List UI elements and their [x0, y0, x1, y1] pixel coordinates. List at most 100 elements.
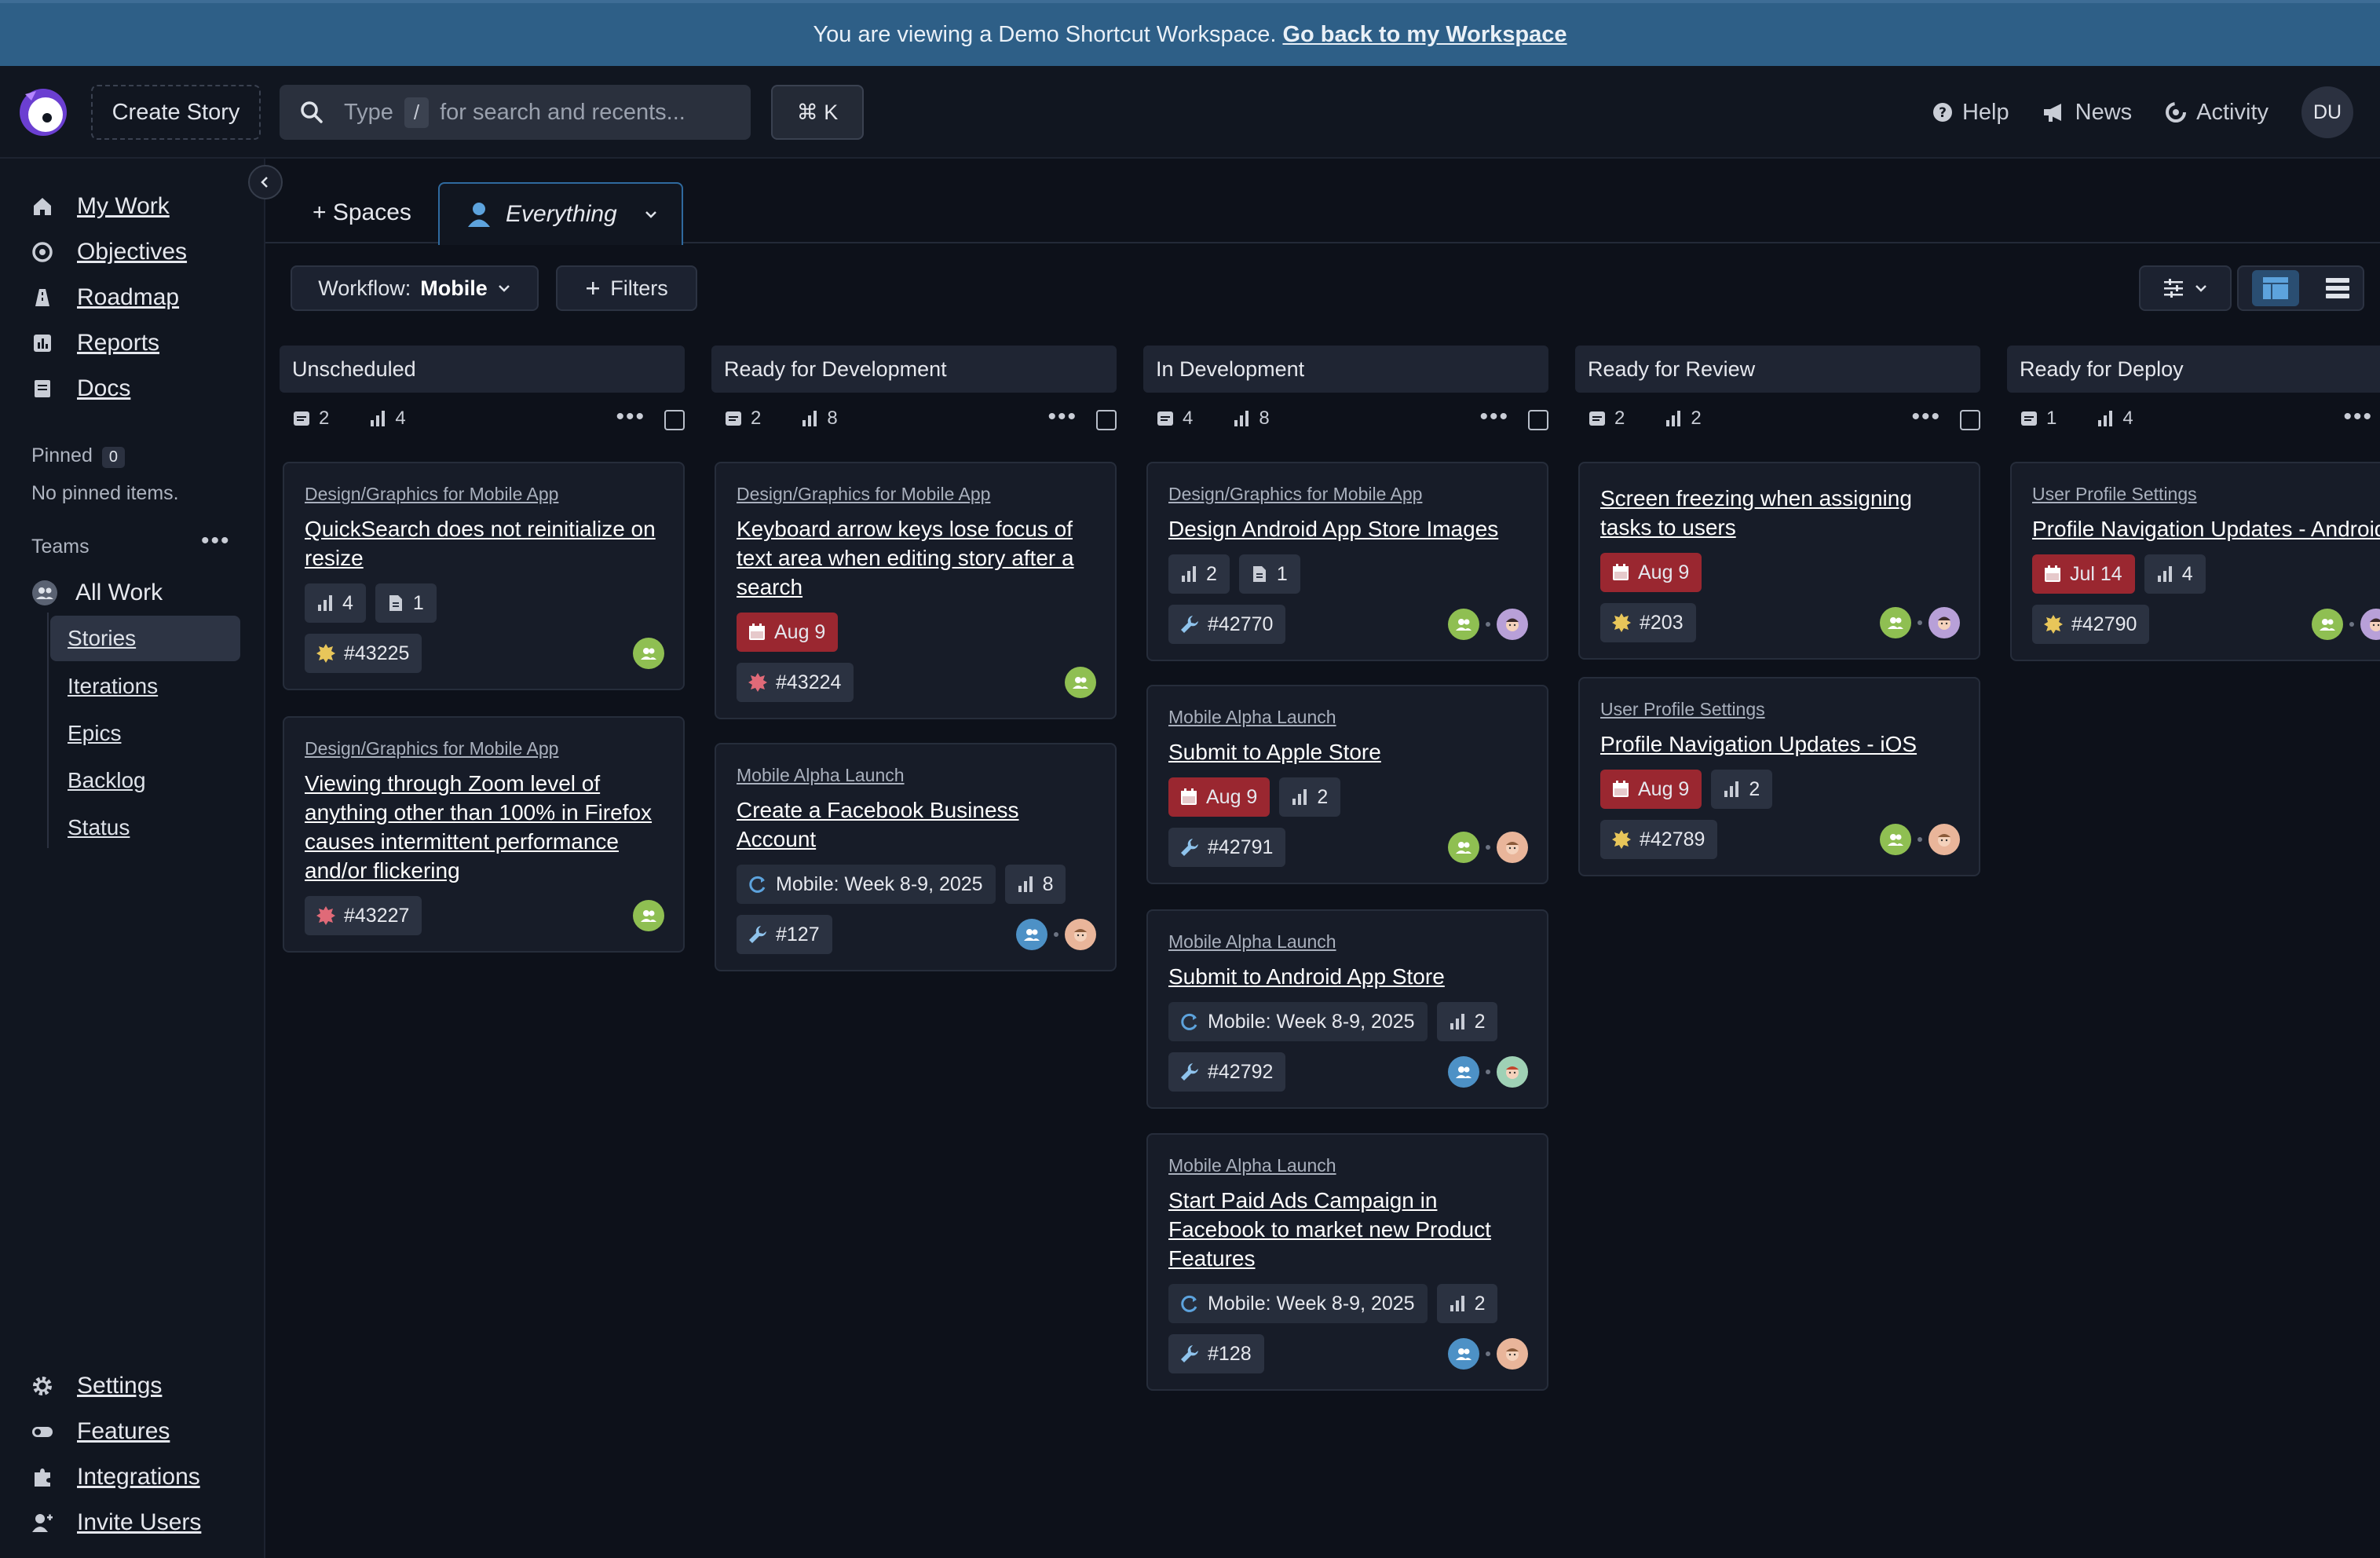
card-chip-points[interactable]: 4: [305, 583, 366, 623]
owner-avatar[interactable]: [1497, 609, 1528, 640]
column-select-checkbox[interactable]: [1528, 410, 1548, 430]
card-chip-date[interactable]: Aug 9: [737, 613, 839, 652]
story-card[interactable]: Design/Graphics for Mobile App Design An…: [1146, 462, 1548, 661]
card-title[interactable]: Profile Navigation Updates - iOS: [1600, 730, 1960, 759]
card-epic-link[interactable]: Mobile Alpha Launch: [1168, 707, 1528, 728]
card-id-chip[interactable]: #127: [737, 915, 832, 954]
sidebar-item-features[interactable]: Features: [31, 1418, 170, 1445]
card-chip-iter[interactable]: Mobile: Week 8-9, 2025: [1168, 1284, 1428, 1323]
card-title[interactable]: QuickSearch does not reinitialize on res…: [305, 514, 664, 572]
story-card[interactable]: User Profile Settings Profile Navigation…: [2010, 462, 2380, 661]
sidebar-item-stories[interactable]: Stories: [50, 616, 240, 661]
card-chip-points[interactable]: 8: [1004, 865, 1066, 904]
column-more-button[interactable]: •••: [616, 404, 645, 430]
sidebar-item-epics[interactable]: Epics: [68, 721, 121, 746]
card-id-chip[interactable]: #42791: [1168, 828, 1286, 867]
column-select-checkbox[interactable]: [664, 410, 685, 430]
card-chip-date[interactable]: Aug 9: [1600, 553, 1702, 592]
card-epic-link[interactable]: User Profile Settings: [2032, 484, 2380, 505]
card-epic-link[interactable]: Mobile Alpha Launch: [1168, 931, 1528, 953]
story-card[interactable]: Mobile Alpha Launch Submit to Apple Stor…: [1146, 685, 1548, 884]
card-id-chip[interactable]: #203: [1600, 603, 1696, 642]
sidebar-item-reports[interactable]: Reports: [31, 330, 159, 357]
owner-avatar[interactable]: [1065, 919, 1096, 950]
owner-avatar[interactable]: [1065, 667, 1096, 698]
column-more-button[interactable]: •••: [1911, 404, 1941, 430]
list-view-button[interactable]: [2325, 276, 2350, 300]
card-chip-points[interactable]: 2: [1436, 1002, 1498, 1041]
card-epic-link[interactable]: Design/Graphics for Mobile App: [737, 484, 1096, 505]
card-id-chip[interactable]: #42792: [1168, 1052, 1286, 1092]
column-header[interactable]: Ready for Deploy: [2007, 346, 2380, 393]
shortcut-logo-icon[interactable]: [17, 86, 69, 138]
activity-button[interactable]: Activity: [2165, 100, 2268, 126]
story-card[interactable]: Screen freezing when assigning tasks to …: [1578, 462, 1980, 660]
search-input[interactable]: Type / for search and recents...: [280, 85, 751, 140]
column-more-button[interactable]: •••: [1047, 404, 1077, 430]
card-chip-points[interactable]: 2: [1168, 554, 1230, 594]
command-palette-button[interactable]: ⌘ K: [771, 85, 864, 140]
card-title[interactable]: Keyboard arrow keys lose focus of text a…: [737, 514, 1096, 602]
card-title[interactable]: Screen freezing when assigning tasks to …: [1600, 484, 1960, 542]
story-card[interactable]: Design/Graphics for Mobile App Viewing t…: [283, 716, 685, 953]
column-select-checkbox[interactable]: [1960, 410, 1980, 430]
story-card[interactable]: Design/Graphics for Mobile App Keyboard …: [715, 462, 1117, 719]
help-button[interactable]: ? Help: [1932, 100, 2009, 126]
owner-avatar[interactable]: [1448, 1056, 1479, 1088]
owner-avatar[interactable]: [2312, 609, 2343, 640]
owner-avatar[interactable]: [1448, 1338, 1479, 1370]
card-chip-docs[interactable]: 1: [375, 583, 437, 623]
story-card[interactable]: Design/Graphics for Mobile App QuickSear…: [283, 462, 685, 690]
owner-avatar[interactable]: [1497, 1338, 1528, 1370]
owner-avatar[interactable]: [1497, 832, 1528, 863]
card-chip-docs[interactable]: 1: [1238, 554, 1300, 594]
owner-avatar[interactable]: [633, 638, 664, 669]
story-card[interactable]: Mobile Alpha Launch Start Paid Ads Campa…: [1146, 1133, 1548, 1391]
card-chip-iter[interactable]: Mobile: Week 8-9, 2025: [737, 865, 996, 904]
card-chip-points[interactable]: 4: [2144, 554, 2206, 594]
card-id-chip[interactable]: #43224: [737, 663, 854, 702]
owner-avatar[interactable]: [1016, 919, 1047, 950]
story-card[interactable]: User Profile Settings Profile Navigation…: [1578, 677, 1980, 876]
sidebar-item-docs[interactable]: Docs: [31, 375, 130, 402]
team-all-work[interactable]: All Work: [31, 580, 163, 606]
kanban-view-button[interactable]: [2251, 270, 2299, 306]
card-epic-link[interactable]: Design/Graphics for Mobile App: [305, 738, 664, 759]
card-chip-date[interactable]: Aug 9: [1600, 770, 1702, 809]
sidebar-item-objectives[interactable]: Objectives: [31, 239, 187, 265]
card-title[interactable]: Profile Navigation Updates - Android: [2032, 514, 2380, 543]
card-title[interactable]: Submit to Android App Store: [1168, 962, 1528, 991]
column-more-button[interactable]: •••: [2343, 404, 2373, 430]
card-id-chip[interactable]: #42770: [1168, 605, 1286, 644]
owner-avatar[interactable]: [1928, 824, 1960, 855]
back-to-workspace-link[interactable]: Go back to my Workspace: [1282, 22, 1567, 48]
card-chip-points[interactable]: 2: [1436, 1284, 1498, 1323]
card-epic-link[interactable]: User Profile Settings: [1600, 699, 1960, 720]
card-chip-iter[interactable]: Mobile: Week 8-9, 2025: [1168, 1002, 1428, 1041]
filters-button[interactable]: Filters: [556, 265, 697, 311]
user-avatar[interactable]: DU: [2301, 86, 2353, 138]
card-epic-link[interactable]: Design/Graphics for Mobile App: [305, 484, 664, 505]
owner-avatar[interactable]: [1928, 607, 1960, 638]
story-card[interactable]: Mobile Alpha Launch Create a Facebook Bu…: [715, 743, 1117, 971]
card-epic-link[interactable]: Design/Graphics for Mobile App: [1168, 484, 1528, 505]
card-title[interactable]: Viewing through Zoom level of anything o…: [305, 769, 664, 885]
owner-avatar[interactable]: [1880, 824, 1911, 855]
owner-avatar[interactable]: [1497, 1056, 1528, 1088]
card-id-chip[interactable]: #43227: [305, 896, 422, 935]
sidebar-item-roadmap[interactable]: Roadmap: [31, 284, 179, 311]
owner-avatar[interactable]: [1448, 609, 1479, 640]
sidebar-item-status[interactable]: Status: [68, 815, 130, 840]
card-title[interactable]: Design Android App Store Images: [1168, 514, 1528, 543]
card-chip-points[interactable]: 2: [1279, 777, 1341, 817]
sidebar-item-iterations[interactable]: Iterations: [68, 674, 158, 699]
card-title[interactable]: Submit to Apple Store: [1168, 737, 1528, 766]
sidebar-item-settings[interactable]: Settings: [31, 1373, 162, 1399]
owner-avatar[interactable]: [633, 900, 664, 931]
owner-avatar[interactable]: [1880, 607, 1911, 638]
news-button[interactable]: News: [2042, 100, 2132, 126]
card-id-chip[interactable]: #43225: [305, 634, 422, 673]
card-chip-date[interactable]: Aug 9: [1168, 777, 1270, 817]
column-more-button[interactable]: •••: [1479, 404, 1509, 430]
tab-everything[interactable]: Everything: [438, 182, 683, 245]
